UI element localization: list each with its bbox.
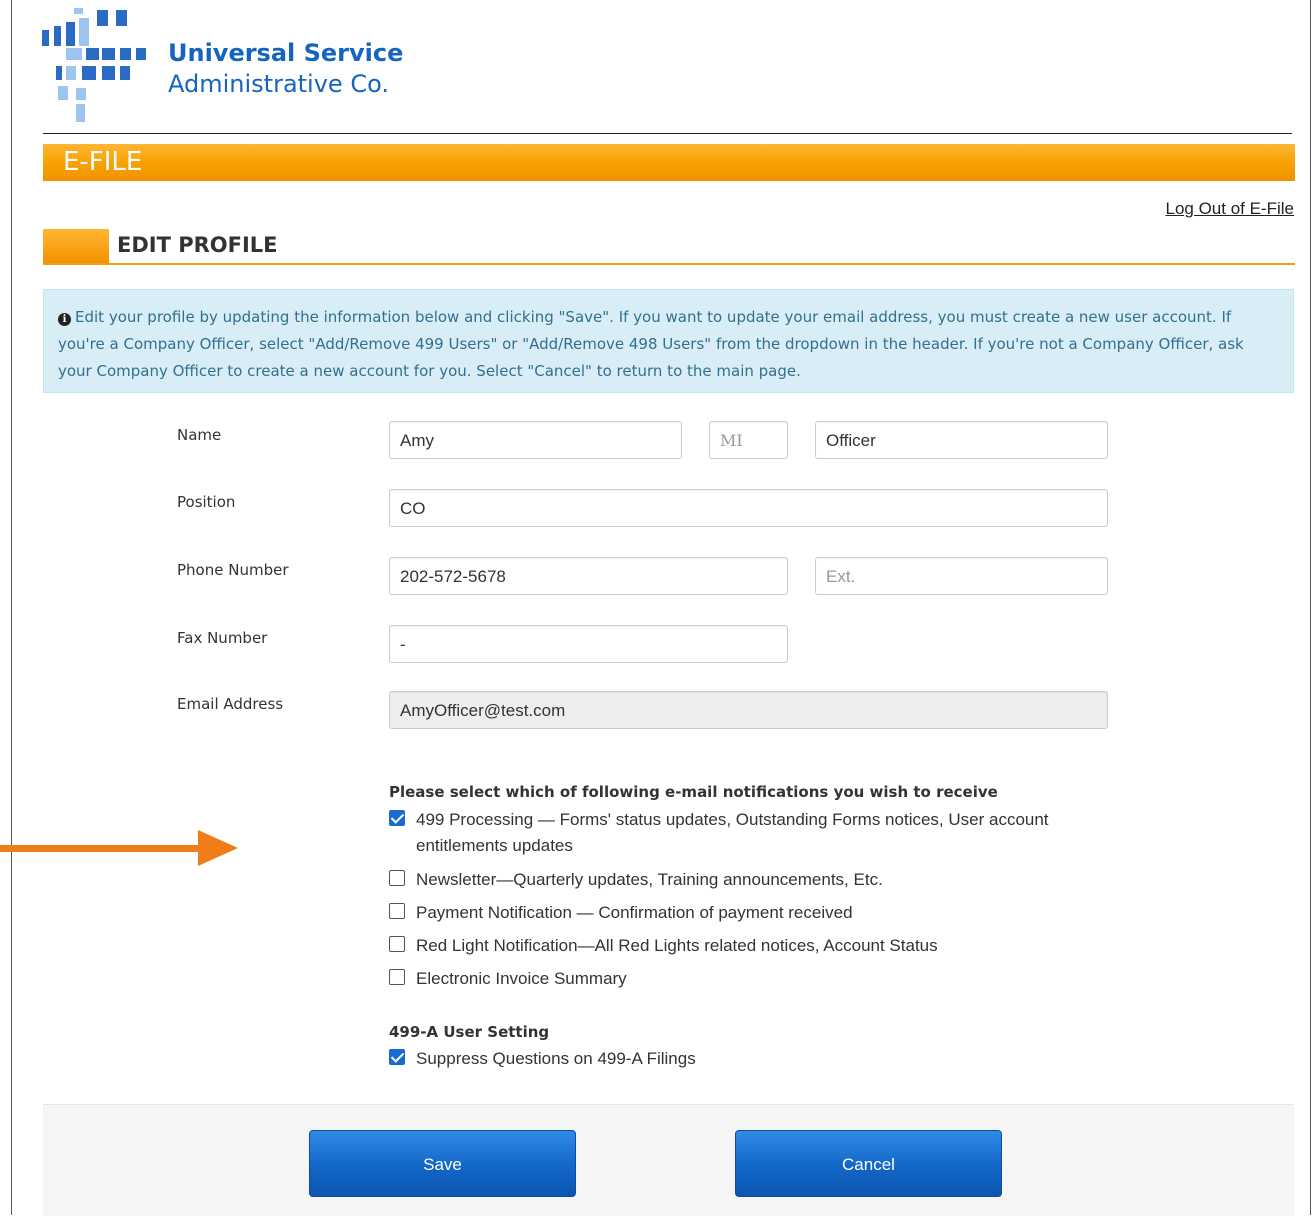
info-alert: i Edit your profile by updating the infor… <box>43 289 1294 393</box>
checkbox-suppress-questions[interactable] <box>389 1049 405 1065</box>
phone-ext-input[interactable]: Ext. <box>815 557 1108 595</box>
logo-line-1: Universal Service <box>168 39 404 67</box>
section-header-accent <box>43 229 109 263</box>
first-name-input[interactable]: Amy <box>389 421 682 459</box>
option-label: Newsletter—Quarterly updates, Training a… <box>416 870 883 889</box>
section-header: EDIT PROFILE <box>43 229 1295 265</box>
checkbox-newsletter[interactable] <box>389 870 405 886</box>
option-label: 499 Processing — Forms' status updates, … <box>416 810 1049 829</box>
option-label-continued: entitlements updates <box>416 836 573 855</box>
setting-499a-heading: 499-A User Setting <box>389 1023 550 1041</box>
checkbox-red-light-notification[interactable] <box>389 936 405 952</box>
usac-logo-mark-icon <box>42 8 152 126</box>
cancel-button[interactable]: Cancel <box>735 1130 1002 1197</box>
info-icon: i <box>58 313 71 326</box>
info-text: Edit your profile by updating the inform… <box>58 308 1244 380</box>
logout-link[interactable]: Log Out of E-File <box>1165 199 1294 219</box>
fax-input[interactable]: - <box>389 625 788 663</box>
annotation-arrow-icon <box>0 830 238 866</box>
phone-input[interactable]: 202-572-5678 <box>389 557 788 595</box>
checkbox-electronic-invoice-summary[interactable] <box>389 969 405 985</box>
phone-label: Phone Number <box>177 561 289 579</box>
checkbox-499-processing[interactable] <box>389 810 405 826</box>
page-title: EDIT PROFILE <box>117 233 278 257</box>
email-input: AmyOfficer@test.com <box>389 691 1108 729</box>
app-title-bar: E-FILE <box>43 144 1295 181</box>
logo-line-2: Administrative Co. <box>168 70 389 98</box>
last-name-input[interactable]: Officer <box>815 421 1108 459</box>
checkbox-payment-notification[interactable] <box>389 903 405 919</box>
option-label: Payment Notification — Confirmation of p… <box>416 903 853 922</box>
page-frame <box>11 0 1311 1215</box>
app-title: E-FILE <box>63 147 143 177</box>
option-label: Electronic Invoice Summary <box>416 969 627 988</box>
option-label: Suppress Questions on 499-A Filings <box>416 1049 696 1068</box>
header-divider <box>43 133 1292 134</box>
position-label: Position <box>177 493 236 511</box>
usac-logo[interactable]: Universal Service Administrative Co. <box>42 8 442 126</box>
form-footer <box>43 1104 1294 1216</box>
position-input[interactable]: CO <box>389 489 1108 527</box>
save-button[interactable]: Save <box>309 1130 576 1197</box>
email-label: Email Address <box>177 695 284 713</box>
middle-initial-input[interactable]: MI <box>709 421 788 459</box>
notifications-heading: Please select which of following e-mail … <box>389 783 998 801</box>
option-label: Red Light Notification—All Red Lights re… <box>416 936 938 955</box>
fax-label: Fax Number <box>177 629 268 647</box>
usac-logo-text: Universal Service Administrative Co. <box>168 38 403 100</box>
name-label: Name <box>177 426 222 444</box>
